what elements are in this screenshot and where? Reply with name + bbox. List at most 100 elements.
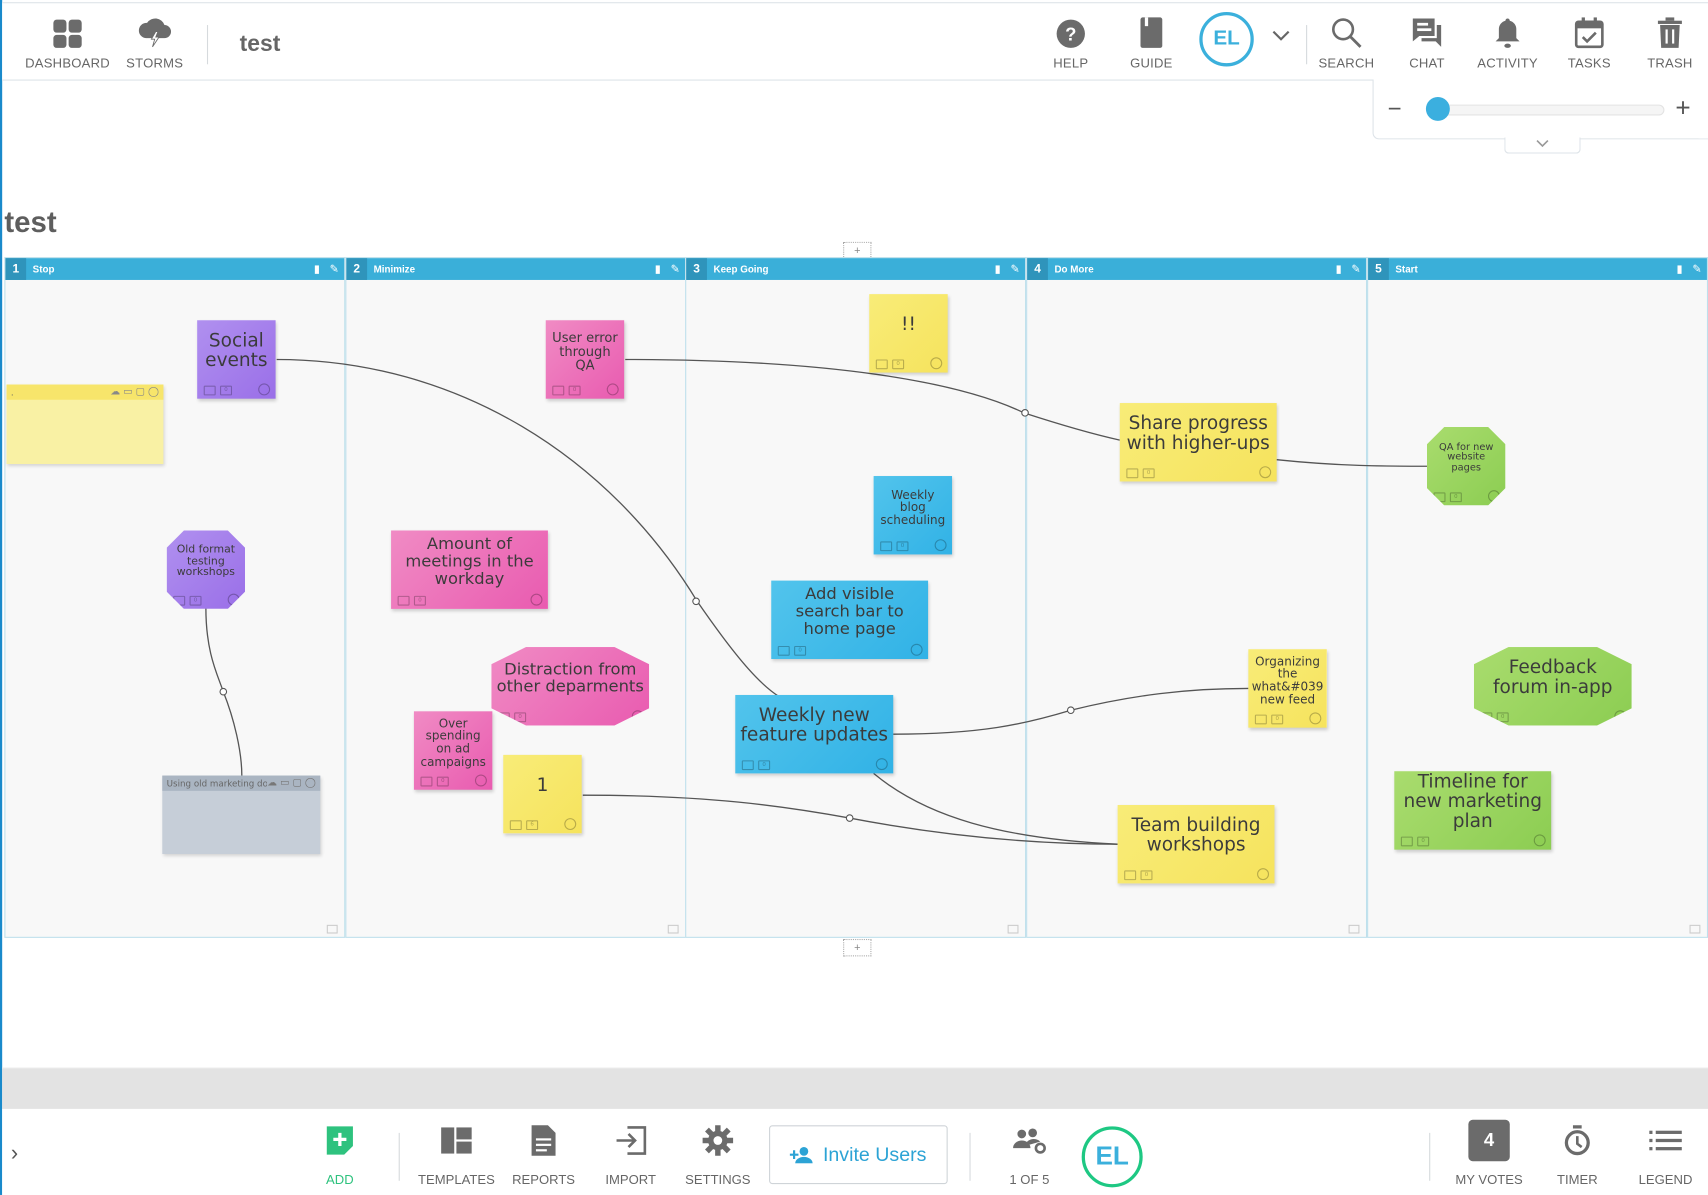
nav-guide[interactable]: GUIDE [1126,3,1176,79]
lane-title[interactable]: Minimize [374,264,655,275]
lane-notes-icon[interactable]: ▮ [1677,263,1683,275]
sticky-note[interactable]: Weekly blog scheduling 0 [873,476,953,555]
sticky-note[interactable]: 1 6 [503,754,582,834]
comment-icon[interactable] [420,776,433,787]
lane-resize-icon[interactable] [1689,924,1701,934]
lane-title[interactable]: Keep Going [713,264,994,275]
sticky-note[interactable]: Feedback forum in-app 0 [1473,647,1632,726]
comment-icon[interactable] [552,385,565,396]
comment-icon[interactable] [1400,836,1413,847]
lane-title[interactable]: Start [1395,264,1676,275]
zoom-slider-handle[interactable] [1425,96,1450,121]
nav-trash[interactable]: TRASH [1645,3,1695,79]
complete-check-icon[interactable] [564,818,577,831]
zoom-panel-collapse[interactable] [1504,137,1581,154]
legend-button[interactable]: LEGEND [1636,1122,1695,1187]
text-card[interactable]: . ☁ ▭ ▢ ◯ [6,384,164,465]
comment-icon[interactable] [741,760,754,771]
my-votes-button[interactable]: 4 MY VOTES [1453,1119,1525,1187]
chevron-down-icon[interactable] [1271,29,1291,42]
nav-storms[interactable]: STORMS [120,3,190,79]
comment-icon[interactable] [777,645,790,656]
lane-notes-icon[interactable]: ▮ [995,263,1001,275]
sticky-note[interactable]: QA for new website pages 0 [1426,427,1506,506]
sticky-note[interactable]: Add visible search bar to home page 0 [771,580,929,660]
sticky-note[interactable]: Timeline for new marketing plan 0 [1394,771,1552,850]
import-button[interactable]: IMPORT [601,1122,660,1187]
sticky-note[interactable]: User error through QA 0 [545,320,625,399]
comment-icon[interactable] [1126,468,1139,479]
nav-storms-label: STORMS [126,55,184,71]
nav-dashboard[interactable]: DASHBOARD [22,3,114,79]
comment-icon[interactable] [1124,870,1137,881]
sticky-note[interactable]: !! 0 [869,294,948,373]
zoom-out-button[interactable]: − [1388,95,1402,123]
complete-check-icon[interactable] [1257,868,1270,881]
sticky-note[interactable]: Distraction from other deparments 0 [491,647,650,726]
user-avatar[interactable]: EL [1199,11,1254,67]
comment-icon[interactable] [875,359,888,370]
nav-chat[interactable]: CHAT [1401,3,1453,79]
sticky-note[interactable]: Over spending on ad campaigns 0 [413,711,493,790]
sticky-note[interactable]: Weekly new feature updates 0 [735,694,894,774]
settings-button[interactable]: SETTINGS [684,1122,752,1187]
card-action-icons[interactable]: ☁ ▭ ▢ ◯ [267,778,316,789]
lane-notes-icon[interactable]: ▮ [1336,263,1342,275]
invite-users-button[interactable]: Invite Users [769,1125,948,1185]
lane-resize-icon[interactable] [667,924,679,934]
comment-icon[interactable] [1254,714,1267,725]
zoom-slider[interactable] [1429,104,1665,116]
comment-icon[interactable] [203,385,216,396]
add-row-below-button[interactable]: + [843,938,872,957]
lane-title[interactable]: Do More [1054,264,1335,275]
sticky-note[interactable]: Social events 0 [197,320,276,399]
lane-title[interactable]: Stop [33,264,314,275]
nav-search[interactable]: SEARCH [1316,3,1377,79]
storm-cloud-icon [138,18,172,48]
lane-resize-icon[interactable] [326,924,338,934]
zoom-in-button[interactable]: + [1675,94,1690,125]
complete-check-icon[interactable] [530,593,543,606]
complete-check-icon[interactable] [1309,712,1322,725]
lane-edit-icon[interactable]: ✎ [671,263,680,275]
lane-edit-icon[interactable]: ✎ [1351,263,1360,275]
comment-icon[interactable] [509,820,522,831]
lane-edit-icon[interactable]: ✎ [330,263,339,275]
complete-check-icon[interactable] [930,357,943,370]
reports-button[interactable]: REPORTS [512,1122,575,1187]
complete-check-icon[interactable] [1259,466,1272,479]
complete-check-icon[interactable] [606,383,619,396]
text-card-header: . ☁ ▭ ▢ ◯ [6,384,164,400]
complete-check-icon[interactable] [474,774,487,787]
card-action-icons[interactable]: ☁ ▭ ▢ ◯ [110,387,159,398]
complete-check-icon[interactable] [875,758,888,771]
complete-check-icon[interactable] [910,643,923,656]
sticky-note[interactable]: Team building workshops 0 [1117,804,1275,884]
sticky-note[interactable]: Amount of meetings in the workday 0 [391,530,548,609]
text-card[interactable]: Using old marketing docume... ☁ ▭ ▢ ◯ [162,775,321,855]
lane-edit-icon[interactable]: ✎ [1692,263,1701,275]
lane-notes-icon[interactable]: ▮ [655,263,661,275]
expand-sidebar-button[interactable]: › [11,1142,18,1167]
participants-button[interactable]: 1 OF 5 [1000,1122,1059,1187]
complete-check-icon[interactable] [934,539,947,552]
comment-icon[interactable] [880,541,893,552]
complete-check-icon[interactable] [258,383,271,396]
nav-help[interactable]: ? HELP [1048,3,1094,79]
text-card-header: Using old marketing docume... ☁ ▭ ▢ ◯ [162,775,321,791]
sticky-note[interactable]: Old format testing workshops 0 [166,530,246,609]
templates-button[interactable]: TEMPLATES [418,1122,495,1187]
sticky-note[interactable]: Organizing the what&#039 new feed 0 [1248,649,1327,728]
lane-notes-icon[interactable]: ▮ [314,263,320,275]
nav-tasks[interactable]: TASKS [1564,3,1614,79]
timer-button[interactable]: TIMER [1553,1122,1601,1187]
complete-check-icon[interactable] [1533,834,1546,847]
lane-resize-icon[interactable] [1348,924,1360,934]
nav-activity[interactable]: ACTIVITY [1475,3,1540,79]
lane-resize-icon[interactable] [1007,924,1019,934]
comment-icon[interactable] [397,595,410,606]
lane-edit-icon[interactable]: ✎ [1010,263,1019,275]
current-user-avatar[interactable]: EL [1081,1126,1143,1188]
add-button[interactable]: ADD [316,1122,364,1187]
sticky-note[interactable]: Share progress with higher-ups 0 [1119,403,1277,482]
